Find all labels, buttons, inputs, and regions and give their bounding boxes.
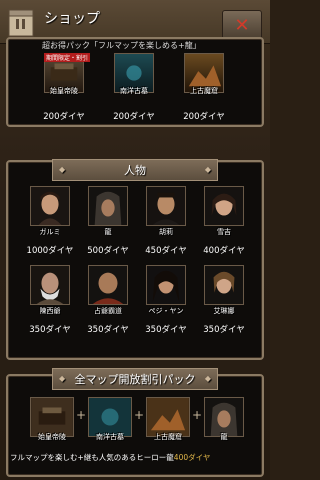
price-label: 350ダイヤ — [145, 325, 187, 335]
section-title-text: 人物 — [124, 164, 146, 177]
bundle-tile-label: 上古魔窟 — [190, 87, 218, 95]
character-tile[interactable] — [88, 265, 128, 305]
character-name: 龍 — [104, 228, 112, 236]
page-title: ショップ — [44, 11, 100, 27]
character-name: 胡莉 — [159, 228, 173, 236]
character-tile[interactable] — [146, 265, 186, 305]
pack-tile-label: 上古魔窟 — [154, 433, 182, 441]
chevron-right-icon: ◆ — [204, 374, 211, 383]
pack-tile-label: 南洋古墓 — [96, 433, 124, 441]
pack-tile-label: 龍 — [220, 433, 228, 441]
price-label: 350ダイヤ — [87, 325, 129, 335]
close-icon: ✕ — [234, 14, 250, 36]
character-tile[interactable] — [30, 265, 70, 305]
promo-price: 400ダイヤ — [173, 453, 211, 462]
price-label: 200ダイヤ — [113, 112, 155, 122]
price-label: 200ダイヤ — [183, 112, 225, 122]
character-name: 陳西爺 — [39, 307, 61, 315]
section-title-maps-pack: ◆ 全マップ開放割引パック ◆ — [52, 368, 218, 390]
close-button[interactable]: ✕ — [222, 10, 262, 40]
chevron-right-icon: ◆ — [204, 165, 211, 174]
character-tile[interactable] — [146, 186, 186, 226]
character-name: ペジ・ヤン — [148, 307, 184, 315]
character-name: 雪吉 — [217, 228, 231, 236]
shop-screen: ショップ ✕ 超お得パック「フルマップを楽しめる+龍」 期間限定・割引 始皇帝陵… — [0, 0, 270, 480]
price-label: 1000ダイヤ — [26, 246, 74, 256]
price-label: 350ダイヤ — [203, 325, 245, 335]
plus-icon: + — [76, 408, 87, 422]
character-name: 艾琳娜 — [213, 307, 235, 315]
plus-icon: + — [134, 408, 145, 422]
pack-map-tile[interactable] — [30, 397, 74, 437]
section-title-text: 全マップ開放割引パック — [74, 373, 196, 386]
promo-text[interactable]: フルマップを楽しむ+継も人気のあるヒーロー龍400ダイヤ — [10, 452, 260, 463]
price-label: 400ダイヤ — [203, 246, 245, 256]
price-label: 350ダイヤ — [29, 325, 71, 335]
bundle-tile-label: 南洋古墓 — [120, 87, 148, 95]
chevron-left-icon: ◆ — [59, 374, 66, 383]
pack-tile-label: 始皇帝陵 — [38, 433, 66, 441]
pack-map-tile[interactable] — [88, 397, 132, 437]
limited-badge: 期間限定・割引 — [44, 53, 91, 62]
character-tile[interactable] — [204, 186, 244, 226]
bundle-tile-label: 始皇帝陵 — [50, 87, 78, 95]
character-tile[interactable] — [204, 265, 244, 305]
price-label: 500ダイヤ — [87, 246, 129, 256]
price-label: 200ダイヤ — [43, 112, 85, 122]
character-name: 占爺霸道 — [94, 307, 122, 315]
bundle-caption: 超お得パック「フルマップを楽しめる+龍」 — [42, 41, 201, 50]
section-title-characters: ◆ 人物 ◆ — [52, 159, 218, 181]
character-tile[interactable] — [30, 186, 70, 226]
character-name: ガルミ — [39, 228, 61, 236]
plus-icon: + — [192, 408, 203, 422]
chevron-left-icon: ◆ — [59, 165, 66, 174]
character-tile[interactable] — [88, 186, 128, 226]
pack-character-tile[interactable] — [204, 397, 244, 437]
pack-map-tile[interactable] — [146, 397, 190, 437]
promo-description: フルマップを楽しむ+継も人気のあるヒーロー龍 — [10, 453, 174, 462]
shop-icon — [6, 6, 36, 38]
price-label: 450ダイヤ — [145, 246, 187, 256]
